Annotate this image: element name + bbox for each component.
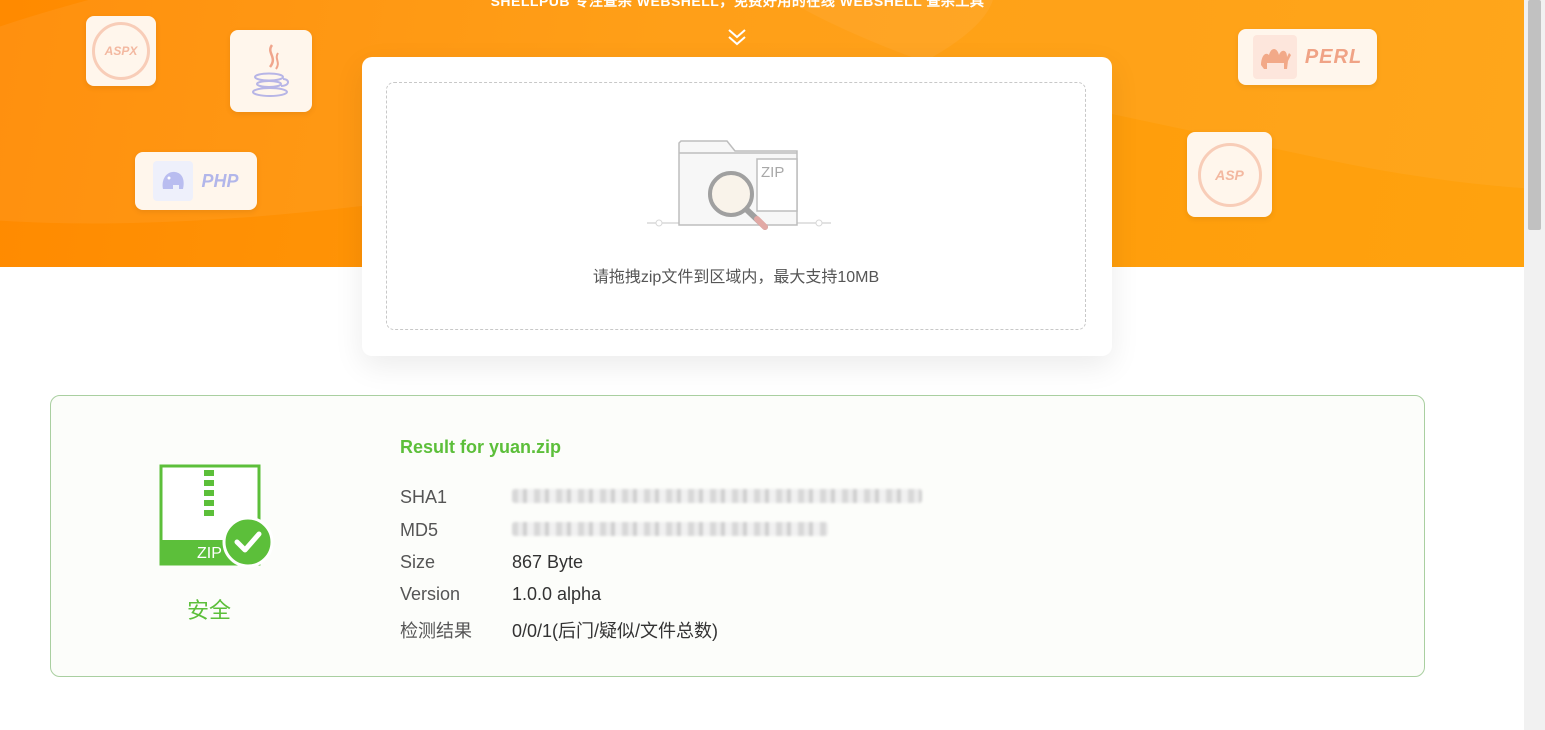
scrollbar-thumb[interactable] bbox=[1528, 0, 1541, 230]
safety-status: 安全 bbox=[187, 598, 232, 623]
aspx-badge: ASPX bbox=[86, 16, 156, 86]
redacted-value bbox=[512, 489, 922, 503]
php-badge-label: PHP bbox=[201, 170, 239, 191]
dropzone-instruction: 请拖拽zip文件到区域内，最大支持10MB bbox=[592, 269, 880, 286]
zip-safe-icon: ZIP bbox=[159, 464, 274, 568]
aspx-logo-icon: ASPX bbox=[92, 22, 150, 80]
row-key: SHA1 bbox=[400, 487, 448, 507]
perl-camel-icon bbox=[1252, 35, 1297, 79]
zip-safe-label: ZIP bbox=[197, 545, 222, 562]
row-key: Version bbox=[400, 584, 461, 604]
row-value bbox=[512, 487, 922, 508]
zip-search-illustration: ZIP bbox=[647, 140, 831, 230]
php-elephant-icon bbox=[153, 161, 194, 201]
perl-badge-label: PERL bbox=[1304, 45, 1363, 68]
row-value bbox=[512, 520, 828, 541]
aspx-badge-label: ASPX bbox=[104, 44, 138, 58]
php-badge: PHP bbox=[135, 152, 257, 210]
row-key: Size bbox=[400, 552, 436, 572]
java-badge bbox=[230, 30, 312, 112]
row-value: 0/0/1(后门/疑似/文件总数) bbox=[512, 621, 719, 641]
perl-badge: PERL bbox=[1238, 29, 1377, 85]
asp-badge-label: ASP bbox=[1215, 166, 1244, 183]
page-scrollbar[interactable] bbox=[1524, 0, 1545, 730]
zip-illustration-label: ZIP bbox=[761, 164, 784, 181]
zip-dropzone[interactable]: ZIP 请拖拽zip文件到区域内，最大支持10MB bbox=[386, 82, 1086, 330]
row-key: MD5 bbox=[400, 520, 439, 540]
row-value: 867 Byte bbox=[512, 552, 584, 572]
asp-logo-icon: ASP bbox=[1197, 142, 1262, 207]
chevron-down-icon[interactable] bbox=[726, 26, 748, 48]
row-value: 1.0.0 alpha bbox=[512, 584, 602, 604]
java-coffee-icon bbox=[252, 44, 289, 97]
hero-tagline: SHELLPUB 专注查杀 WEBSHELL，免费好用的在线 WEBSHELL … bbox=[490, 0, 985, 9]
redacted-value bbox=[512, 522, 828, 536]
upload-card: ZIP 请拖拽zip文件到区域内，最大支持10MB bbox=[362, 57, 1112, 356]
result-title: Result for yuan.zip bbox=[400, 437, 562, 457]
row-key: 检测结果 bbox=[400, 621, 472, 641]
result-panel: ZIP 安全 Result for yuan.zip SHA1 MD5 Size… bbox=[50, 395, 1425, 677]
asp-badge: ASP bbox=[1187, 132, 1272, 217]
